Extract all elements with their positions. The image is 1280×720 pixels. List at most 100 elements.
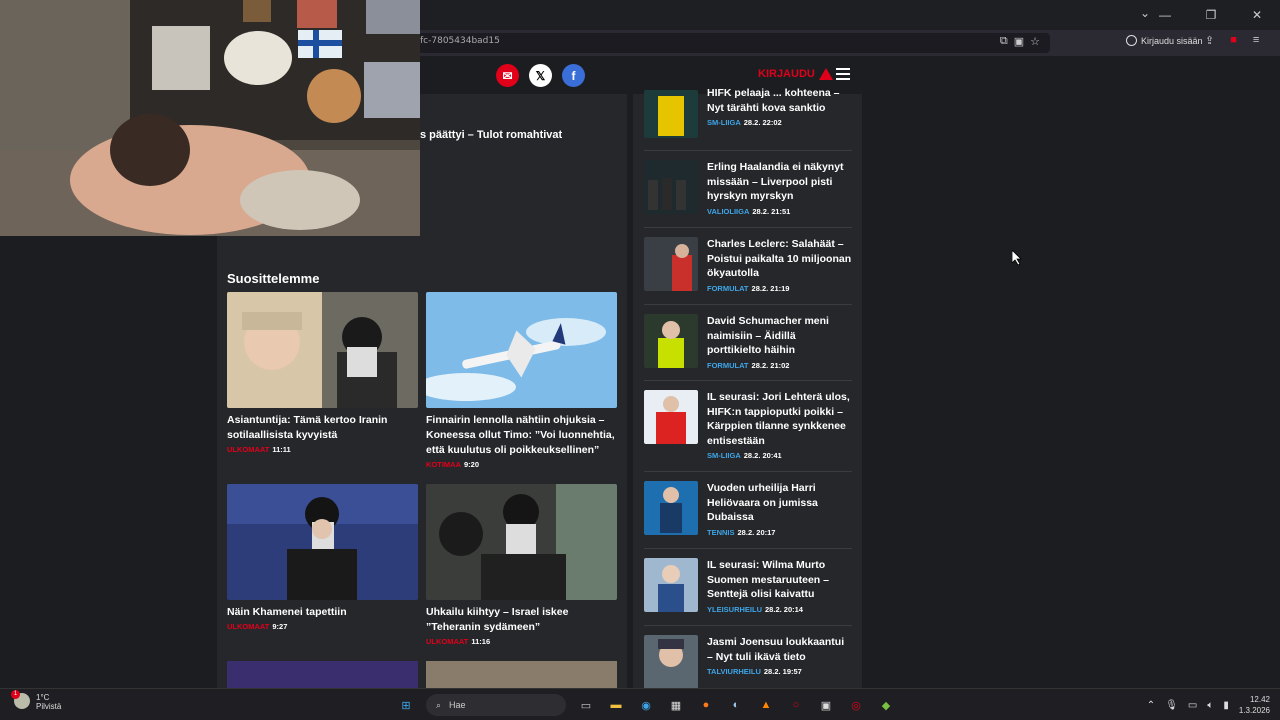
recommend-card[interactable]: Näin Khamenei tapettiin ULKOMAAT 9:27 [227, 484, 418, 631]
close-button[interactable]: ✕ [1234, 0, 1280, 30]
card-time: 11:11 [272, 445, 291, 454]
sidebar-news-item[interactable]: HIFK pelaaja ... kohteena – Nyt tärähti … [644, 87, 852, 142]
chrome-icon[interactable]: ◎ [846, 695, 866, 715]
recommend-heading: Suosittelemme [227, 271, 320, 286]
news-title: Vuoden urheilija Harri Heliövaara on jum… [707, 482, 818, 523]
card-time: 11:16 [471, 637, 491, 646]
taskbar-apps: ⊞ ⌕ Hae ▭ ▬ ◉ ▦ ● ◐ ▲ ○ ▣ ◎ ◆ [396, 694, 896, 716]
news-category: FORMULAT [707, 283, 749, 293]
weather-desc: Pilvistä [36, 702, 62, 711]
news-text: Vuoden urheilija Harri Heliövaara on jum… [707, 481, 852, 537]
opera-icon[interactable]: ○ [786, 695, 806, 715]
microphone-icon[interactable]: 🎙︎ [1165, 700, 1178, 711]
news-text: Jasmi Joensuu loukkaantui – Nyt tuli ikä… [707, 635, 852, 676]
news-title: David Schumacher meni naimisiin – Äidill… [707, 315, 829, 356]
card-image [426, 292, 617, 408]
system-tray: ⌃ 🎙︎ ▭ 🔈︎ ▮ 12.42 1.3.2026 [1147, 694, 1270, 716]
toolbar-right-icons: ⇪ ■ ≡ [1205, 34, 1259, 47]
news-title: Erling Haalandia ei näkynyt missään – Li… [707, 161, 844, 202]
card-category: ULKOMAAT [227, 622, 270, 631]
task-view-icon[interactable]: ▭ [576, 695, 596, 715]
clock-time: 12.42 [1249, 695, 1270, 704]
card-image [227, 292, 418, 408]
volume-icon[interactable]: 🔈︎ [1207, 700, 1213, 711]
weather-widget[interactable]: 1 1°C Pilvistä [11, 690, 62, 711]
news-time: 28.2. 21:02 [751, 360, 790, 370]
battery-icon[interactable]: ▮ [1223, 700, 1229, 711]
news-thumbnail [644, 390, 698, 444]
clock[interactable]: 12.42 1.3.2026 [1239, 694, 1270, 716]
search-placeholder: Hae [449, 700, 466, 710]
webcam-overlay [0, 0, 420, 236]
store-icon[interactable]: ▦ [666, 695, 686, 715]
news-thumbnail [644, 237, 698, 291]
network-icon[interactable]: ▭ [1188, 700, 1197, 711]
tray-chevron-icon[interactable]: ⌃ [1147, 700, 1155, 711]
taskbar: 1 1°C Pilvistä ⊞ ⌕ Hae ▭ ▬ ◉ ▦ ● ◐ ▲ ○ ▣… [0, 688, 1280, 720]
news-category: YLEISURHEILU [707, 604, 763, 614]
firefox-icon[interactable]: ● [696, 695, 716, 715]
login-button[interactable]: KIRJAUDU [758, 68, 833, 80]
clock-date: 1.3.2026 [1238, 706, 1270, 715]
card-title: Asiantuntija: Tämä kertoo Iranin sotilaa… [227, 414, 388, 441]
news-title: Charles Leclerc: Salahäät – Poistui paik… [707, 238, 852, 279]
picture-in-picture-icon[interactable]: ⧉ [1000, 35, 1008, 48]
address-bar[interactable]: fc-7805434bad15 ⧉ ▣ ☆ [400, 33, 1050, 53]
card-image [426, 661, 617, 688]
news-time: 28.2. 20:14 [765, 604, 803, 614]
account-icon [1126, 35, 1137, 46]
windows-start-icon[interactable]: ⊞ [396, 695, 416, 715]
user-icon [818, 68, 833, 80]
window-controls: — ❐ ✕ [1142, 0, 1280, 30]
recommend-card[interactable]: Asiantuntija: Tämä kertoo Iranin sotilaa… [227, 292, 418, 454]
login-label: KIRJAUDU [758, 68, 815, 80]
signin-label: Kirjaudu sisään [1141, 35, 1203, 46]
card-image [227, 661, 418, 688]
terminal-icon[interactable]: ▣ [816, 695, 836, 715]
minimize-button[interactable]: — [1142, 0, 1188, 30]
news-time: 28.2. 22:02 [743, 118, 782, 127]
card-category: ULKOMAAT [227, 445, 270, 454]
news-time: 28.2. 20:41 [743, 451, 782, 460]
mouse-cursor-icon [1012, 250, 1022, 266]
email-share-icon[interactable]: ✉ [496, 64, 519, 87]
article-headline[interactable]: s päättyi – Tulot romahtivat [420, 129, 562, 141]
file-explorer-icon[interactable]: ▬ [606, 695, 626, 715]
extensions-icon[interactable]: ⇪ [1205, 34, 1214, 47]
addon-icon[interactable]: ■ [1230, 34, 1237, 47]
taskbar-search[interactable]: ⌕ Hae [426, 694, 566, 716]
cloud-icon: 1 [11, 690, 30, 709]
news-time: 28.2. 19:57 [763, 667, 802, 676]
hamburger-menu-icon[interactable] [836, 68, 850, 83]
card-time: 9:27 [272, 622, 288, 631]
news-text: David Schumacher meni naimisiin – Äidill… [707, 314, 852, 370]
card-title: Näin Khamenei tapettiin [227, 606, 347, 618]
news-title: IL seurasi: Wilma Murto Suomen mestaruut… [707, 559, 829, 600]
recommend-card[interactable]: Uhkailu kiihtyy – Israel iskee ”Teherani… [426, 484, 617, 646]
menu-icon[interactable]: ≡ [1253, 34, 1259, 47]
news-thumbnail [644, 314, 698, 368]
card-category: KOTIMAA [426, 460, 461, 469]
url-text[interactable]: fc-7805434bad15 [420, 36, 500, 46]
news-time: 28.2. 20:17 [737, 527, 776, 537]
edge-icon[interactable]: ◉ [636, 695, 656, 715]
vlc-icon[interactable]: ▲ [756, 695, 776, 715]
steam-icon[interactable]: ◐ [726, 695, 746, 715]
signin-button[interactable]: Kirjaudu sisään [1126, 35, 1203, 46]
maximize-button[interactable]: ❐ [1188, 0, 1234, 30]
bookmark-star-icon[interactable]: ☆ [1030, 35, 1040, 48]
news-category: VALIOLIIGA [707, 206, 750, 216]
divider [644, 380, 852, 381]
search-icon: ⌕ [436, 699, 442, 710]
notification-badge: 1 [11, 690, 20, 699]
news-thumbnail [644, 160, 698, 214]
divider [644, 548, 852, 549]
news-category: TALVIURHEILU [707, 667, 761, 676]
news-text: IL seurasi: Jori Lehterä ulos, HIFK:n ta… [707, 390, 852, 460]
facebook-share-icon[interactable]: f [562, 64, 585, 87]
save-page-icon[interactable]: ▣ [1014, 35, 1024, 48]
news-text: Erling Haalandia ei näkynyt missään – Li… [707, 160, 852, 216]
recommend-card[interactable]: Finnairin lennolla nähtiin ohjuksia – Ko… [426, 292, 617, 469]
torrent-icon[interactable]: ◆ [876, 695, 896, 715]
x-share-icon[interactable]: 𝕏 [529, 64, 552, 87]
